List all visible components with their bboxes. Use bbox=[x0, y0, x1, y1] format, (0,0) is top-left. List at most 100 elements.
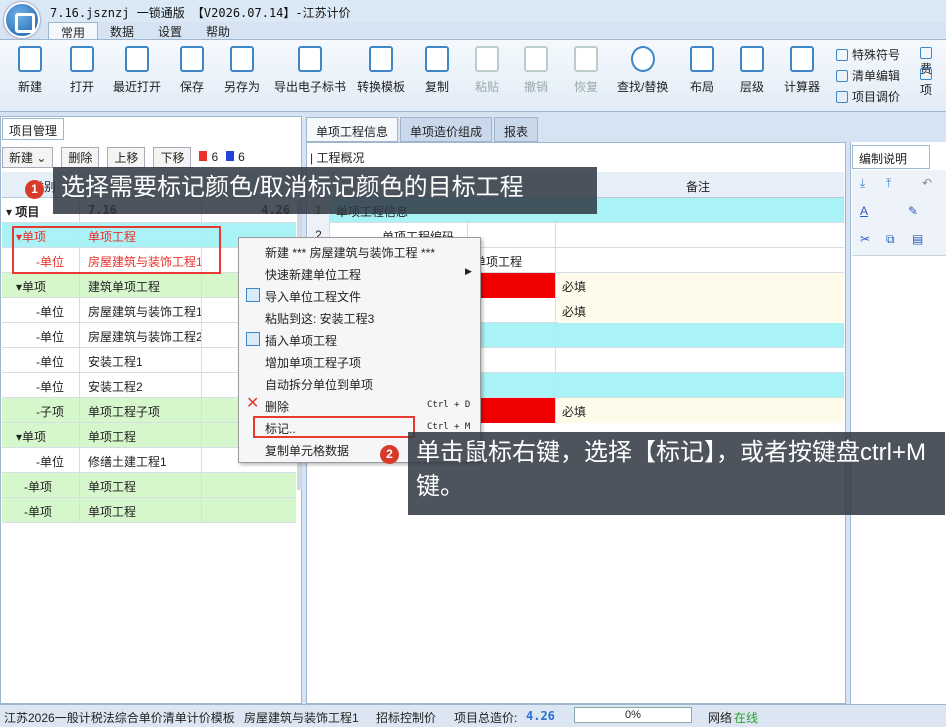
menu-item-paste-here[interactable]: 粘贴到这: 安装工程3 bbox=[265, 310, 374, 327]
menu-item-copy-cell[interactable]: 复制单元格数据 bbox=[265, 442, 349, 459]
font-color-icon[interactable]: A bbox=[860, 204, 868, 218]
cut-icon[interactable]: ✂ bbox=[860, 232, 870, 246]
status-bar: 江苏2026一般计税法综合单价清单计价模板 房屋建筑与装饰工程1 招标控制价 项… bbox=[0, 704, 946, 727]
tab-help[interactable]: 帮助 bbox=[194, 22, 242, 40]
save-button[interactable]: 保存 bbox=[180, 46, 204, 95]
insert-icon bbox=[246, 332, 260, 346]
save-icon bbox=[180, 46, 204, 72]
menu-item-add-sub-item[interactable]: 增加单项工程子项 bbox=[265, 354, 361, 371]
tree-row-single-item[interactable]: -单项 单项工程 bbox=[2, 473, 296, 498]
target-highlight-box bbox=[12, 226, 221, 274]
export-bid-button[interactable]: 导出电子标书 bbox=[274, 46, 346, 95]
redo-button[interactable]: 恢复 bbox=[574, 46, 598, 95]
menu-item-import[interactable]: 导入单位工程文件 bbox=[265, 288, 361, 305]
fee-icon bbox=[920, 47, 932, 59]
copy-button[interactable]: 复制 bbox=[425, 46, 449, 95]
status-network-label: 网络 bbox=[708, 711, 733, 725]
special-symbol-button[interactable]: 特殊符号 bbox=[836, 46, 900, 63]
tab-reports[interactable]: 报表 bbox=[494, 117, 539, 142]
tab-compile-notes[interactable]: 编制说明 bbox=[852, 145, 930, 169]
tab-settings[interactable]: 设置 bbox=[146, 22, 194, 40]
callout-step-1: 选择需要标记颜色/取消标记颜色的目标工程 bbox=[53, 167, 597, 214]
move-up-button[interactable]: 上移 bbox=[107, 146, 146, 168]
download-icon[interactable]: ⤓ bbox=[860, 176, 865, 191]
menu-item-insert-single[interactable]: 插入单项工程 bbox=[265, 332, 337, 349]
notes-toolbar: ⤓ ⤒ ↶ A ✎ ✂ ⧉ ▤ bbox=[852, 170, 946, 256]
paste-icon[interactable]: ▤ bbox=[912, 232, 923, 246]
clock-icon bbox=[125, 46, 149, 72]
copy-icon[interactable]: ⧉ bbox=[886, 232, 895, 247]
project-adjust-button[interactable]: 项目调价 bbox=[836, 88, 900, 105]
lock-icon bbox=[836, 70, 848, 82]
convert-template-button[interactable]: 转换模板 bbox=[357, 46, 405, 95]
search-icon bbox=[630, 46, 655, 72]
gear-icon bbox=[920, 68, 932, 80]
convert-icon bbox=[369, 46, 393, 72]
status-total-value: 4.26 bbox=[526, 709, 555, 723]
save-as-button[interactable]: 另存为 bbox=[224, 46, 260, 95]
tab-project-management[interactable]: 项目管理 bbox=[2, 118, 64, 140]
shortcut-mark: Ctrl + M bbox=[427, 422, 471, 432]
delete-x-icon: ✕ bbox=[246, 395, 260, 412]
red-flag-icon bbox=[199, 151, 208, 161]
step-1-badge: 1 bbox=[25, 180, 44, 199]
redo-icon bbox=[574, 46, 598, 72]
tab-data[interactable]: 数据 bbox=[98, 22, 146, 40]
status-total-label: 项目总造价: bbox=[454, 711, 518, 725]
shortcut-delete: Ctrl + D bbox=[427, 400, 471, 410]
blue-flag-icon bbox=[226, 151, 235, 161]
undo-icon[interactable]: ↶ bbox=[922, 176, 932, 190]
tree-icon bbox=[740, 46, 764, 72]
menu-tabs: 常用 数据 设置 帮助 bbox=[48, 22, 242, 40]
new-file-icon bbox=[18, 46, 42, 72]
layout-button[interactable]: 布局 bbox=[690, 46, 714, 95]
save-as-icon bbox=[230, 46, 254, 72]
menu-item-delete[interactable]: 删除 bbox=[265, 398, 289, 415]
step-2-badge: 2 bbox=[380, 445, 399, 464]
calculator-button[interactable]: 计算器 bbox=[784, 46, 820, 95]
tree-row-single-item[interactable]: -单项 单项工程 bbox=[2, 498, 296, 523]
recent-open-button[interactable]: 最近打开 bbox=[113, 46, 161, 95]
upload-icon[interactable]: ⤒ bbox=[886, 176, 891, 191]
grid-icon bbox=[690, 46, 714, 72]
item-button[interactable]: 项 bbox=[920, 67, 946, 98]
adjust-icon bbox=[836, 91, 848, 103]
new-dropdown-button[interactable]: 新建 ⌄ bbox=[2, 146, 54, 168]
highlight-icon[interactable]: ✎ bbox=[908, 204, 918, 218]
level-button[interactable]: 层级 bbox=[740, 46, 764, 95]
export-icon bbox=[298, 46, 322, 72]
folder-icon bbox=[70, 46, 94, 72]
menu-item-new-unit[interactable]: 新建 *** 房屋建筑与装饰工程 *** bbox=[265, 244, 435, 261]
new-button[interactable]: 新建 bbox=[18, 46, 42, 95]
status-control-price: 招标控制价 bbox=[376, 711, 437, 725]
mark-highlight-box bbox=[253, 416, 415, 438]
undo-button[interactable]: 撤销 bbox=[524, 46, 548, 95]
undo-icon bbox=[524, 46, 548, 72]
tab-single-item-info[interactable]: 单项工程信息 bbox=[306, 117, 399, 142]
move-down-button[interactable]: 下移 bbox=[153, 146, 192, 168]
menu-item-quick-new[interactable]: 快速新建单位工程 bbox=[265, 266, 361, 283]
callout-step-2: 单击鼠标右键，选择【标记】，或者按键盘ctrl+M键。 bbox=[408, 432, 945, 515]
tab-common[interactable]: 常用 bbox=[48, 22, 99, 40]
delete-button[interactable]: 删除 bbox=[61, 146, 100, 168]
red-flag-filter[interactable]: 6 bbox=[199, 150, 218, 164]
open-button[interactable]: 打开 bbox=[70, 46, 94, 95]
status-unit: 房屋建筑与装饰工程1 bbox=[244, 711, 359, 725]
paste-icon bbox=[475, 46, 499, 72]
app-logo-icon[interactable] bbox=[4, 2, 40, 38]
list-edit-button[interactable]: 清单编辑 bbox=[836, 67, 900, 84]
submenu-arrow-icon: ▶ bbox=[465, 266, 472, 276]
find-replace-button[interactable]: 查找/替换 bbox=[617, 46, 668, 95]
progress-bar: 0% bbox=[574, 707, 692, 723]
blue-flag-filter[interactable]: 6 bbox=[226, 150, 245, 164]
tab-cost-composition[interactable]: 单项造价组成 bbox=[400, 117, 493, 142]
calculator-icon bbox=[790, 46, 814, 72]
section-label: | 工程概况 bbox=[310, 151, 365, 165]
ribbon-toolbar: 新建 打开 最近打开 保存 另存为 导出电子标书 转换模板 复制 粘贴 撤销 恢… bbox=[0, 39, 946, 112]
project-toolbar: 新建 ⌄ 删除 上移 下移 6 6 bbox=[2, 146, 245, 168]
paste-button[interactable]: 粘贴 bbox=[475, 46, 499, 95]
menu-item-auto-split[interactable]: 自动拆分单位到单项 bbox=[265, 376, 373, 393]
window-title: 7.16.jsznzj 一锁通版 【V2026.07.14】-江苏计价 bbox=[50, 6, 351, 20]
status-template: 江苏2026一般计税法综合单价清单计价模板 bbox=[4, 711, 235, 725]
status-network-online: 在线 bbox=[734, 711, 759, 725]
